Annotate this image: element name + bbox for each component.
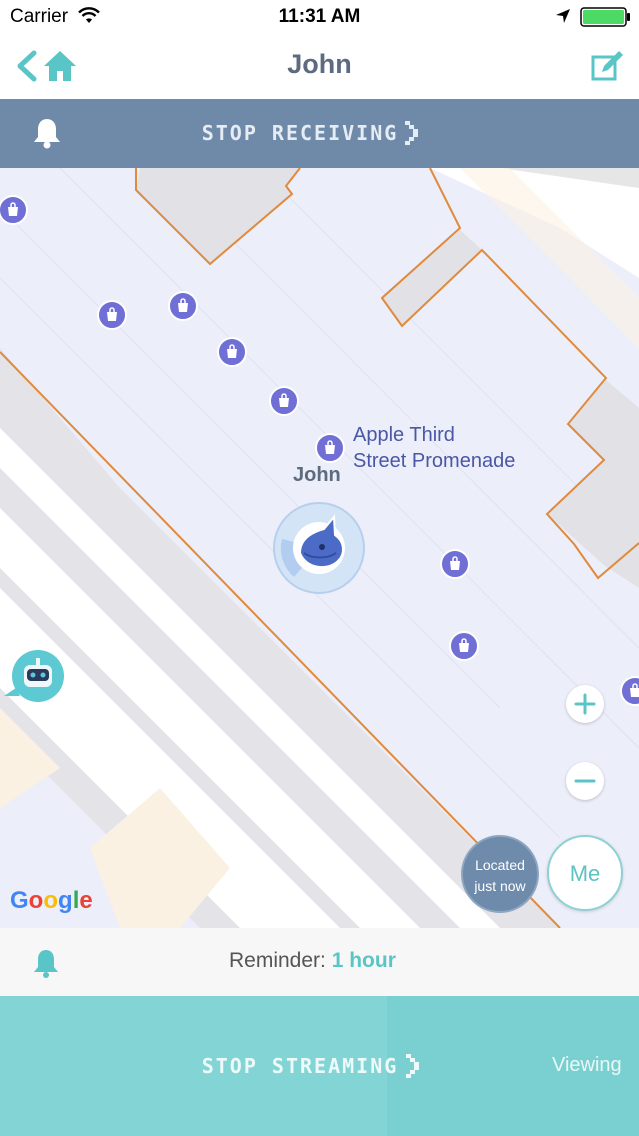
edit-icon[interactable] — [590, 48, 626, 84]
me-label: Me — [569, 861, 601, 886]
place-label-line2: Street Promenade — [353, 450, 516, 472]
page-title: John — [287, 49, 352, 79]
reminder-bar[interactable]: Reminder: 1 hour — [0, 928, 639, 996]
viewing-label: Viewing — [552, 1054, 622, 1076]
stop-receiving-banner[interactable]: STOP RECEIVING — [0, 99, 639, 168]
located-line2: just now — [474, 878, 526, 894]
plus-icon — [574, 693, 596, 715]
shopping-poi-icon[interactable] — [440, 549, 470, 579]
robot-avatar-icon[interactable] — [2, 648, 66, 704]
navigation-bar: John — [0, 34, 639, 99]
stop-streaming-bar[interactable]: STOP STREAMING Viewing — [0, 996, 639, 1136]
place-label: Apple Third Street Promenade — [353, 422, 515, 474]
shopping-poi-icon[interactable] — [97, 300, 127, 330]
user-location-marker[interactable] — [272, 501, 366, 595]
shopping-poi-icon[interactable] — [315, 433, 345, 463]
stop-receiving-label[interactable]: STOP RECEIVING — [0, 121, 600, 145]
located-status-badge: Located just now — [461, 835, 539, 913]
shopping-poi-icon[interactable] — [269, 386, 299, 416]
chevron-right-icon — [406, 1054, 419, 1078]
map-view[interactable]: Apple Third Street Promenade John Locate… — [0, 168, 639, 928]
battery-icon — [580, 7, 630, 27]
reminder-value[interactable]: 1 hour — [332, 949, 396, 972]
place-label-line1: Apple Third — [353, 424, 455, 446]
zoom-in-button[interactable] — [566, 685, 604, 723]
me-button[interactable]: Me — [547, 835, 623, 911]
reminder-label: Reminder: — [229, 949, 326, 972]
zoom-out-button[interactable] — [566, 762, 604, 800]
chevron-right-icon — [405, 121, 418, 145]
stop-streaming-label[interactable]: STOP STREAMING — [0, 1054, 600, 1078]
location-arrow-icon — [556, 9, 570, 23]
reminder-text: Reminder: 1 hour — [229, 949, 396, 973]
status-bar: Carrier 11:31 AM — [0, 0, 639, 34]
bell-icon[interactable] — [32, 947, 60, 979]
located-line1: Located — [475, 857, 525, 873]
clock-label: 11:31 AM — [278, 6, 361, 27]
shopping-poi-icon[interactable] — [168, 291, 198, 321]
shopping-poi-icon[interactable] — [217, 337, 247, 367]
shopping-poi-icon[interactable] — [449, 631, 479, 661]
minus-icon — [574, 779, 596, 783]
person-label: John — [293, 464, 341, 486]
google-attribution: Google — [10, 887, 93, 914]
